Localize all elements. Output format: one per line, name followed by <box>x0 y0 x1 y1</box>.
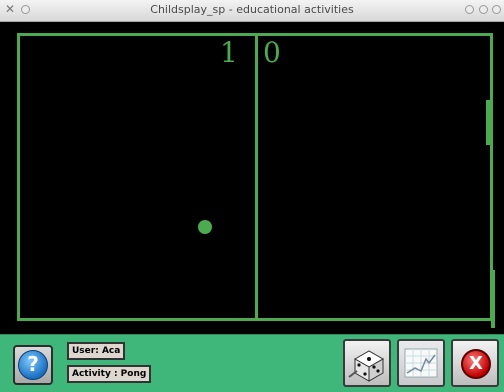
dice-button[interactable] <box>343 339 391 387</box>
activity-label: Activity : Pong <box>67 365 152 383</box>
quit-button[interactable]: X <box>451 339 499 387</box>
window-maximize-icon[interactable] <box>479 5 488 14</box>
dice-icon <box>348 350 385 382</box>
user-label: User: Aca <box>67 342 126 360</box>
quit-icon: X <box>461 349 491 379</box>
help-button[interactable]: ? <box>13 345 53 385</box>
window-shade-icon[interactable] <box>492 5 501 14</box>
bottom-toolbar: ? User: Aca Activity : Pong X <box>0 334 504 392</box>
help-icon: ? <box>18 350 48 380</box>
pong-game-area[interactable]: 1 0 <box>0 22 504 334</box>
window-minimize-icon[interactable] <box>465 5 474 14</box>
window-title: Childsplay_sp - educational activities <box>150 3 354 16</box>
graph-icon <box>404 348 438 378</box>
left-player-score: 1 <box>220 36 238 69</box>
pong-ball <box>198 220 212 234</box>
right-paddle-lower <box>491 270 495 328</box>
right-paddle <box>486 100 490 145</box>
right-player-score: 0 <box>263 36 281 69</box>
pong-center-line <box>255 33 258 321</box>
graph-button[interactable] <box>397 339 445 387</box>
window-titlebar[interactable]: ✕ Childsplay_sp - educational activities <box>0 0 504 22</box>
